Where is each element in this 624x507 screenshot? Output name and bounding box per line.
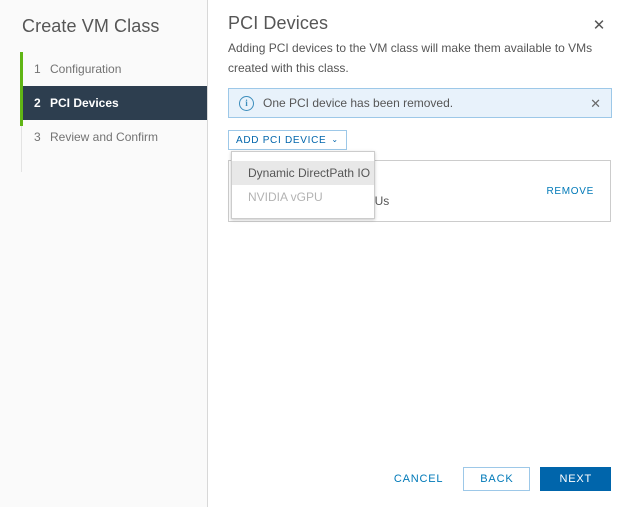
remove-device-button[interactable]: REMOVE — [536, 186, 594, 197]
step-number-2: 2 — [34, 96, 41, 110]
step-progress-rail-complete — [20, 52, 23, 126]
chevron-down-icon: ⌄ — [331, 135, 339, 144]
step-number-1: 1 — [34, 62, 41, 76]
add-device-row: ADD PCI DEVICE ⌄ Dynamic DirectPath IO N… — [228, 130, 624, 219]
page-title: PCI Devices — [228, 13, 329, 33]
step-label-2: PCI Devices — [50, 96, 119, 110]
step-label-1: Configuration — [50, 62, 122, 76]
add-pci-device-label: ADD PCI DEVICE — [236, 134, 327, 146]
info-icon: i — [239, 95, 254, 111]
alert-close-icon[interactable]: ✕ — [588, 97, 603, 110]
menu-item-nvidia-vgpu: NVIDIA vGPU — [232, 185, 374, 209]
alert-message: One PCI device has been removed. — [263, 96, 454, 110]
sidebar-step-configuration[interactable]: 1 Configuration — [22, 52, 207, 86]
wizard-sidebar: Create VM Class 1 Configuration 2 PCI De… — [0, 0, 208, 507]
menu-item-label: Dynamic DirectPath IO — [248, 166, 371, 180]
step-number-3: 3 — [34, 130, 41, 144]
step-progress-rail-remaining — [21, 126, 22, 172]
add-pci-device-button[interactable]: ADD PCI DEVICE ⌄ — [228, 130, 347, 150]
add-device-dropdown-menu: Dynamic DirectPath IO NVIDIA vGPU — [231, 151, 375, 219]
back-button[interactable]: BACK — [463, 467, 531, 491]
wizard-main-panel: PCI Devices ✕ Adding PCI devices to the … — [208, 0, 624, 507]
close-icon[interactable]: ✕ — [588, 14, 610, 36]
sidebar-step-pci-devices[interactable]: 2 PCI Devices — [22, 86, 207, 120]
next-button[interactable]: NEXT — [540, 467, 611, 491]
wizard-footer: CANCEL BACK NEXT — [208, 451, 624, 507]
panel-header: PCI Devices ✕ — [208, 0, 624, 36]
wizard-steps: 1 Configuration 2 PCI Devices 3 Review a… — [0, 52, 207, 172]
cancel-button[interactable]: CANCEL — [382, 467, 455, 491]
wizard-title: Create VM Class — [22, 16, 160, 36]
panel-description: Adding PCI devices to the VM class will … — [228, 41, 593, 75]
menu-item-dynamic-directpath-io[interactable]: Dynamic DirectPath IO — [232, 161, 374, 185]
step-label-3: Review and Confirm — [50, 130, 159, 144]
sidebar-step-review-and-confirm[interactable]: 3 Review and Confirm — [22, 120, 207, 154]
menu-item-label: NVIDIA vGPU — [248, 190, 323, 204]
info-alert: i One PCI device has been removed. ✕ — [228, 88, 612, 118]
create-vm-class-wizard: Create VM Class 1 Configuration 2 PCI De… — [0, 0, 624, 507]
